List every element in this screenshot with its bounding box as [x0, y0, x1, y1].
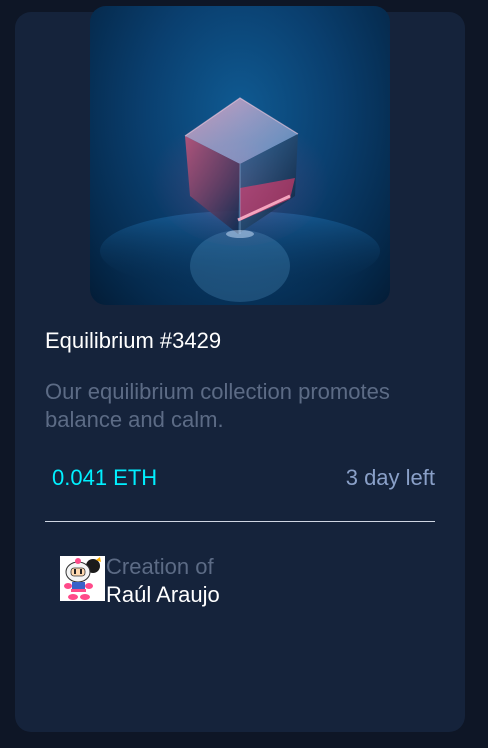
- nft-description: Our equilibrium collection promotes bala…: [45, 379, 390, 432]
- creator-label: Creation of: [106, 554, 214, 579]
- time-left-value: 3 day left: [345, 465, 435, 490]
- nft-title[interactable]: Equilibrium #3429: [45, 328, 221, 354]
- price-value: 0.041 ETH: [52, 465, 158, 490]
- divider: [45, 521, 435, 522]
- cube-illustration: [100, 97, 380, 302]
- creator-name[interactable]: Raúl Araujo: [106, 582, 220, 608]
- nft-card: Equilibrium #3429 Our equilibrium collec…: [15, 6, 465, 732]
- nft-image[interactable]: [90, 6, 390, 305]
- bomberman-avatar-icon: [60, 556, 105, 601]
- avatar[interactable]: [60, 556, 105, 601]
